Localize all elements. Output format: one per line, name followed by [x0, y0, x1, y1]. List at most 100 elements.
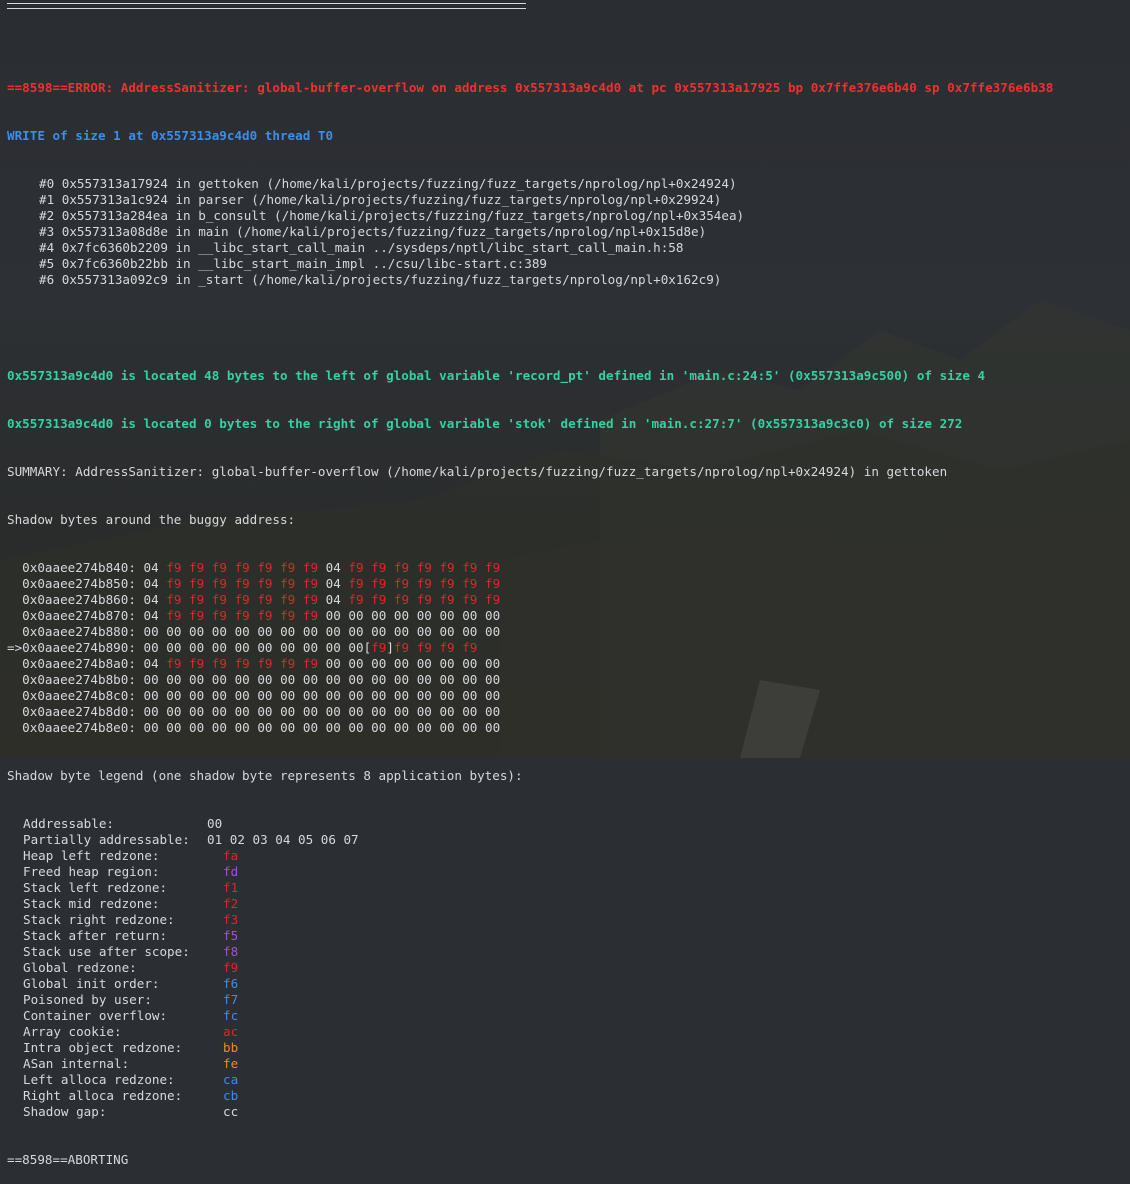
shadow-byte: 04 — [325, 560, 341, 575]
shadow-byte: 00 — [371, 624, 387, 639]
shadow-byte: f9 — [166, 576, 182, 591]
legend-item: ASan internal: fe — [7, 1056, 1053, 1072]
shadow-byte: 00 — [484, 624, 501, 639]
shadow-byte: f9 — [280, 608, 296, 623]
shadow-byte: 00 — [211, 688, 227, 703]
legend-value: fd — [223, 864, 239, 879]
legend-label: Global init order: — [23, 976, 160, 991]
shadow-byte: f9 — [302, 656, 319, 671]
shadow-row: 0x0aaee274b850: 04 f9 f9 f9 f9 f9 f9 f9 … — [7, 576, 1053, 592]
shadow-byte: 00 — [393, 656, 410, 671]
shadow-byte: 00 — [211, 624, 227, 639]
legend-label: Stack left redzone: — [23, 880, 168, 895]
shadow-row: 0x0aaee274b8c0: 00 00 00 00 00 00 00 00 … — [7, 688, 1053, 704]
shadow-byte: 00 — [348, 720, 364, 735]
shadow-byte: 00 — [189, 720, 205, 735]
shadow-byte: 00 — [257, 704, 273, 719]
shadow-byte: 00 — [234, 624, 250, 639]
legend-value: ac — [223, 1024, 239, 1039]
shadow-byte: 04 — [143, 592, 159, 607]
legend-value: f6 — [223, 976, 239, 991]
shadow-byte: 00 — [393, 624, 410, 639]
shadow-row: 0x0aaee274b8a0: 04 f9 f9 f9 f9 f9 f9 f9 … — [7, 656, 1053, 672]
shadow-byte: 00 — [416, 704, 432, 719]
stack-frame: #3 0x557313a08d8e in main (/home/kali/pr… — [39, 224, 707, 239]
shadow-byte: 00 — [371, 656, 387, 671]
shadow-byte: 00 — [462, 688, 478, 703]
shadow-byte: f9 — [189, 560, 205, 575]
shadow-byte: 00 — [371, 608, 387, 623]
shadow-row-prefix — [7, 688, 22, 703]
shadow-byte: f9 — [484, 576, 501, 591]
shadow-byte: 00 — [439, 688, 455, 703]
shadow-byte: 00 — [325, 640, 341, 655]
shadow-byte: 00 — [325, 656, 341, 671]
shadow-byte: 00 — [348, 656, 364, 671]
shadow-byte: 00 — [302, 624, 319, 639]
shadow-byte: 00 — [371, 720, 387, 735]
shadow-byte: f9 — [211, 560, 227, 575]
shadow-row-prefix — [7, 656, 22, 671]
shadow-byte: f9 — [371, 560, 387, 575]
shadow-byte: f9 — [439, 592, 455, 607]
shadow-row-address: 0x0aaee274b890: — [22, 640, 136, 655]
aborting-line: ==8598==ABORTING — [7, 1152, 129, 1167]
shadow-byte: 00 — [166, 704, 182, 719]
shadow-byte: 00 — [189, 640, 205, 655]
shadow-byte: 00 — [280, 624, 296, 639]
shadow-row-address: 0x0aaee274b8d0: — [22, 704, 136, 719]
legend-label: Freed heap region: — [23, 864, 160, 879]
legend-item: Global init order: f6 — [7, 976, 1053, 992]
shadow-byte: 00 — [280, 688, 296, 703]
shadow-byte: f9 — [416, 576, 432, 591]
shadow-byte: 00 — [166, 624, 182, 639]
legend-value: f1 — [223, 880, 239, 895]
legend-value: f2 — [223, 896, 239, 911]
shadow-byte: f9 — [280, 576, 296, 591]
shadow-row-prefix — [7, 608, 22, 623]
legend-label: Heap left redzone: — [23, 848, 160, 863]
shadow-byte: 00 — [189, 704, 205, 719]
shadow-byte: 00 — [462, 720, 478, 735]
shadow-byte: 00 — [416, 624, 432, 639]
shadow-byte: f9 — [439, 640, 455, 655]
stack-frame: #0 0x557313a17924 in gettoken (/home/kal… — [39, 176, 737, 191]
shadow-byte: f9 — [166, 656, 182, 671]
legend-value: fc — [223, 1008, 239, 1023]
shadow-byte: 00 — [211, 720, 227, 735]
shadow-byte: 00 — [371, 704, 387, 719]
located-line-2: 0x557313a9c4d0 is located 0 bytes to the… — [7, 416, 963, 431]
legend-item: Heap left redzone: fa — [7, 848, 1053, 864]
legend-label: Stack right redzone: — [23, 912, 175, 927]
shadow-byte: 00 — [371, 672, 387, 687]
shadow-byte: f9 — [416, 640, 432, 655]
shadow-byte: 00 — [325, 608, 341, 623]
shadow-byte: 00 — [211, 704, 227, 719]
legend-label: Addressable: — [23, 816, 114, 831]
shadow-byte: 00 — [189, 624, 205, 639]
legend-item: Stack use after scope: f8 — [7, 944, 1053, 960]
legend-value: bb — [223, 1040, 239, 1055]
shadow-byte: 00 — [166, 688, 182, 703]
error-header: ==8598==ERROR: AddressSanitizer: global-… — [7, 80, 1054, 95]
legend-value: f8 — [223, 944, 239, 959]
shadow-byte: f9 — [439, 576, 455, 591]
shadow-row-address: 0x0aaee274b840: — [22, 560, 136, 575]
shadow-byte: f9 — [211, 592, 227, 607]
stack-frame: #2 0x557313a284ea in b_consult (/home/ka… — [39, 208, 745, 223]
shadow-row-prefix — [7, 624, 22, 639]
shadow-byte: 00 — [439, 704, 455, 719]
shadow-row: 0x0aaee274b8d0: 00 00 00 00 00 00 00 00 … — [7, 704, 1053, 720]
shadow-byte: f9 — [484, 560, 501, 575]
terminal-output[interactable]: ==8598==ERROR: AddressSanitizer: global-… — [7, 0, 1053, 1184]
shadow-byte: f9 — [302, 592, 319, 607]
legend-label: Container overflow: — [23, 1008, 168, 1023]
shadow-byte: f9 — [462, 560, 478, 575]
shadow-byte: 00 — [416, 720, 432, 735]
shadow-byte: 04 — [143, 608, 159, 623]
shadow-byte: 00 — [302, 672, 319, 687]
shadow-byte: 00 — [348, 608, 364, 623]
shadow-byte: f9 — [211, 608, 227, 623]
legend-label: Stack after return: — [23, 928, 168, 943]
shadow-byte: [f9] — [363, 640, 394, 655]
